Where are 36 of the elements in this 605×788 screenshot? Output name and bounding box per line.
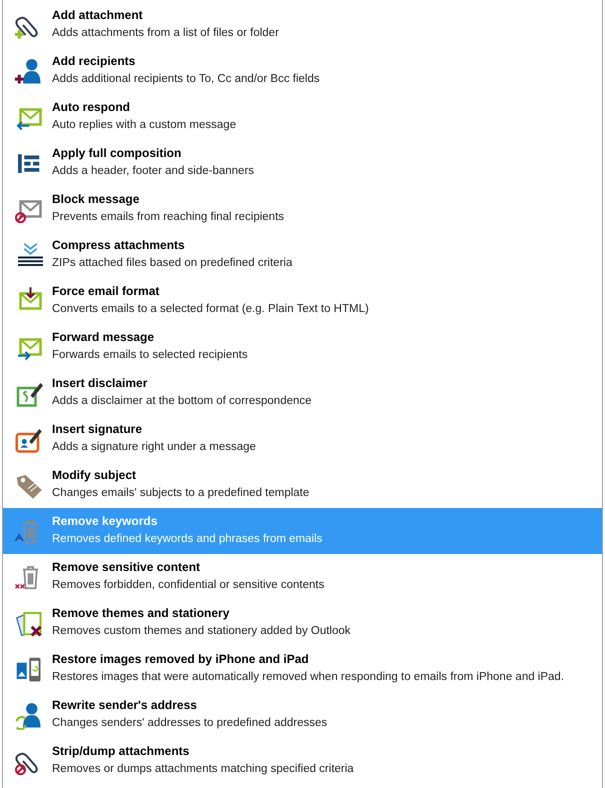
action-description: Adds attachments from a list of files or folder bbox=[52, 26, 279, 41]
action-title: Forward message bbox=[52, 329, 156, 346]
action-description: Restores images that were automatically removed when responding to emails from iPhone and iPad. bbox=[52, 670, 564, 685]
action-description: Prevents emails from reaching final recipients bbox=[52, 210, 284, 225]
action-description: Removes forbidden, confidential or sensitive contents bbox=[52, 578, 324, 593]
action-description: Adds a header, footer and side-banners bbox=[52, 164, 254, 179]
action-description: Changes emails' subjects to a predefined template bbox=[52, 486, 310, 501]
person-add-icon bbox=[12, 56, 42, 86]
action-description: Forwards emails to selected recipients bbox=[52, 348, 248, 363]
person-sync-icon bbox=[12, 700, 42, 730]
action-description: Adds a disclaimer at the bottom of correspondence bbox=[52, 394, 312, 409]
action-description: ZIPs attached files based on predefined criteria bbox=[52, 256, 292, 271]
action-title: Remove keywords bbox=[52, 513, 158, 530]
action-title: Rewrite sender's address bbox=[52, 697, 198, 714]
action-description: Removes defined keywords and phrases from emails bbox=[52, 532, 322, 547]
action-description: Removes or dumps attachments matching specified criteria bbox=[52, 762, 354, 777]
action-title: Insert disclaimer bbox=[52, 375, 148, 392]
action-title: Insert signature bbox=[52, 421, 144, 438]
action-title: Block message bbox=[52, 191, 140, 208]
action-title: Modify subject bbox=[52, 467, 138, 484]
action-title: Strip/dump attachments bbox=[52, 743, 190, 760]
action-description: Adds additional recipients to To, Cc and/or Bcc fields bbox=[52, 72, 320, 87]
action-title: Auto respond bbox=[52, 99, 131, 116]
action-title: Apply full composition bbox=[52, 145, 182, 162]
action-title: Add attachment bbox=[52, 7, 144, 24]
action-description: Converts emails to a selected format (e.g. Plain Text to HTML) bbox=[52, 302, 369, 317]
action-description: Adds a signature right under a message bbox=[52, 440, 256, 455]
action-title: Restore images removed by iPhone and iPad bbox=[52, 651, 310, 668]
action-title: Add recipients bbox=[52, 53, 136, 70]
action-title: Remove themes and stationery bbox=[52, 605, 230, 622]
action-description: Auto replies with a custom message bbox=[52, 118, 236, 133]
action-description: Removes custom themes and stationery added by Outlook bbox=[52, 624, 351, 639]
action-title: Compress attachments bbox=[52, 237, 186, 254]
action-description: Changes senders' addresses to predefined addresses bbox=[52, 716, 328, 731]
action-title: Remove sensitive content bbox=[52, 559, 202, 576]
action-title: Force email format bbox=[52, 283, 160, 300]
